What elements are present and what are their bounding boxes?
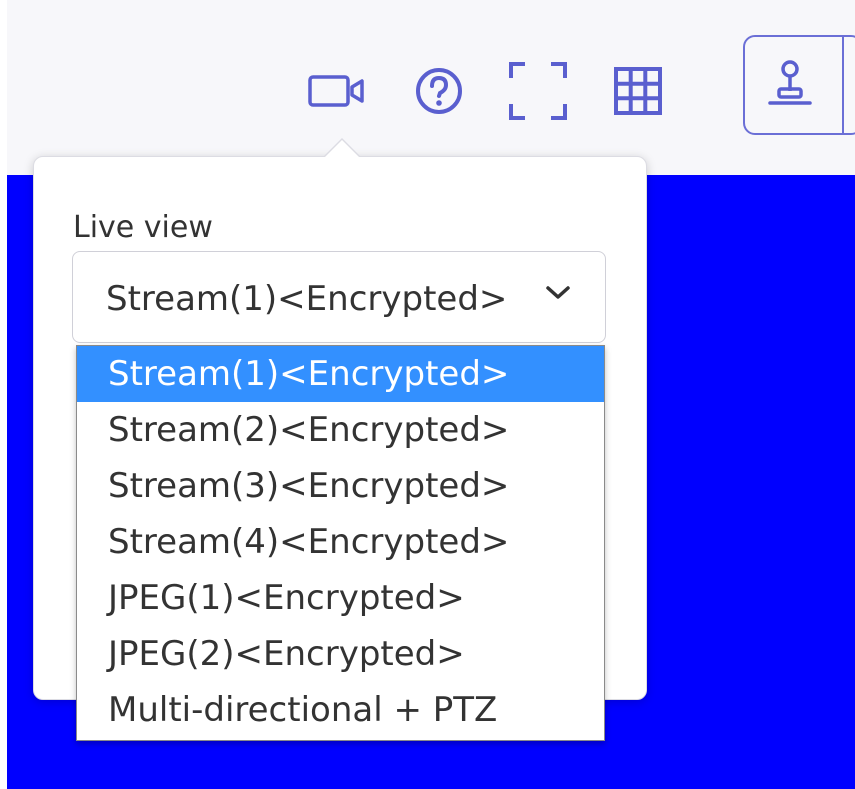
option-stream-1[interactable]: Stream(1)<Encrypted> <box>77 346 604 402</box>
ptz-control-button[interactable] <box>743 35 855 135</box>
live-view-label: Live view <box>73 210 213 245</box>
popover-arrow-fill <box>325 140 359 157</box>
video-camera-icon[interactable] <box>306 58 372 124</box>
ptz-divider <box>842 37 844 133</box>
live-view-select[interactable]: Stream(1)<Encrypted> <box>72 251 606 343</box>
option-jpeg-1[interactable]: JPEG(1)<Encrypted> <box>77 570 604 626</box>
chevron-down-icon <box>545 284 571 306</box>
left-edge <box>0 0 7 789</box>
live-view-select-value: Stream(1)<Encrypted> <box>106 279 508 319</box>
fullscreen-icon[interactable] <box>505 58 571 124</box>
option-multi-directional-ptz[interactable]: Multi-directional + PTZ <box>77 682 604 738</box>
live-view-options-list: Stream(1)<Encrypted> Stream(2)<Encrypted… <box>76 345 605 741</box>
grid-layout-icon[interactable] <box>605 58 671 124</box>
option-stream-2[interactable]: Stream(2)<Encrypted> <box>77 402 604 458</box>
help-icon[interactable] <box>406 58 472 124</box>
joystick-icon <box>767 59 813 113</box>
option-stream-4[interactable]: Stream(4)<Encrypted> <box>77 514 604 570</box>
option-jpeg-2[interactable]: JPEG(2)<Encrypted> <box>77 626 604 682</box>
option-stream-3[interactable]: Stream(3)<Encrypted> <box>77 458 604 514</box>
